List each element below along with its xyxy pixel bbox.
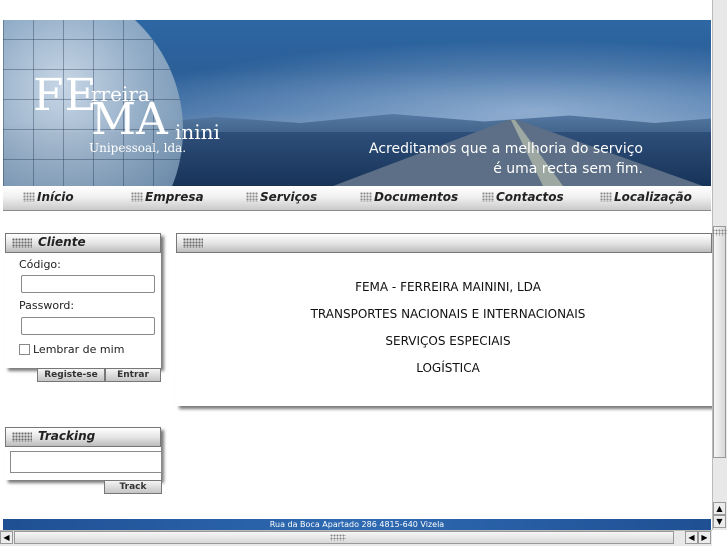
password-label: Password: [19, 299, 75, 312]
horizontal-scroll-thumb[interactable] [14, 531, 674, 544]
slogan: Acreditamos que a melhoria do serviço é … [343, 139, 643, 179]
register-button[interactable]: Registe-se [37, 368, 105, 382]
grip-icon [712, 229, 727, 236]
nav-item-inicio[interactable]: Início [23, 190, 74, 204]
arrow-left-icon-start[interactable]: ◀ [0, 531, 13, 544]
cliente-title: Cliente [38, 235, 86, 249]
dots-icon [12, 432, 32, 442]
dots-icon [246, 192, 258, 202]
nav-item-localizacao[interactable]: Localização [600, 190, 692, 204]
header-banner: FE rreira MA inini Unipessoal, lda. Acre… [3, 20, 711, 186]
arrow-down-icon[interactable]: ▼ [713, 515, 726, 528]
nav-label: Empresa [145, 190, 204, 204]
track-button[interactable]: Track [104, 480, 162, 494]
vertical-scroll-thumb[interactable] [712, 226, 727, 458]
remember-checkbox[interactable] [19, 344, 30, 355]
nav-label: Localização [614, 190, 692, 204]
dots-icon [183, 238, 203, 248]
content-line-4: LOGÍSTICA [416, 361, 480, 375]
arrow-up-icon[interactable]: ▲ [713, 502, 726, 515]
dots-icon [600, 192, 612, 202]
dots-icon [12, 238, 32, 248]
codigo-label: Código: [19, 258, 61, 271]
tracking-panel: Tracking [5, 427, 162, 480]
logo-unipessoal: Unipessoal, lda. [89, 141, 187, 155]
nav-label: Serviços [260, 190, 318, 204]
dots-icon [23, 192, 35, 202]
password-input[interactable] [21, 317, 155, 335]
nav-item-documentos[interactable]: Documentos [360, 190, 458, 204]
nav-item-contactos[interactable]: Contactos [482, 190, 564, 204]
logo-ma: MA [91, 94, 168, 145]
tracking-header: Tracking [5, 427, 161, 447]
codigo-input[interactable] [21, 275, 155, 293]
tracking-input[interactable] [10, 451, 162, 473]
nav-item-servicos[interactable]: Serviços [246, 190, 317, 204]
dots-icon [482, 192, 494, 202]
cliente-header: Cliente [5, 233, 161, 253]
arrow-left-icon[interactable]: ◀ [685, 531, 698, 544]
nav-item-empresa[interactable]: Empresa [131, 190, 204, 204]
dots-icon [131, 192, 143, 202]
main-nav: Início Empresa Serviços Documentos Conta… [3, 186, 711, 211]
content-line-3: SERVIÇOS ESPECIAIS [385, 334, 511, 348]
tracking-title: Tracking [38, 429, 96, 443]
dots-icon [360, 192, 372, 202]
nav-label: Início [37, 190, 74, 204]
nav-label: Contactos [496, 190, 564, 204]
nav-label: Documentos [374, 190, 459, 204]
content-line-2: TRANSPORTES NACIONAIS E INTERNACIONAIS [310, 307, 586, 321]
remember-label: Lembrar de mim [33, 343, 125, 356]
content-line-1: FEMA - FERREIRA MAININI, LDA [355, 280, 541, 294]
slogan-line-1: Acreditamos que a melhoria do serviço [369, 141, 643, 157]
cliente-panel: Cliente Código: Password: Lembrar de mim [5, 233, 161, 368]
content-header [176, 233, 712, 253]
enter-button[interactable]: Entrar [105, 368, 161, 382]
slogan-line-2: é uma recta sem fim. [493, 161, 643, 177]
grip-icon [330, 534, 346, 541]
arrow-right-icon[interactable]: ▶ [698, 531, 711, 544]
top-strip [0, 0, 727, 20]
logo-fe: FE [33, 70, 98, 121]
